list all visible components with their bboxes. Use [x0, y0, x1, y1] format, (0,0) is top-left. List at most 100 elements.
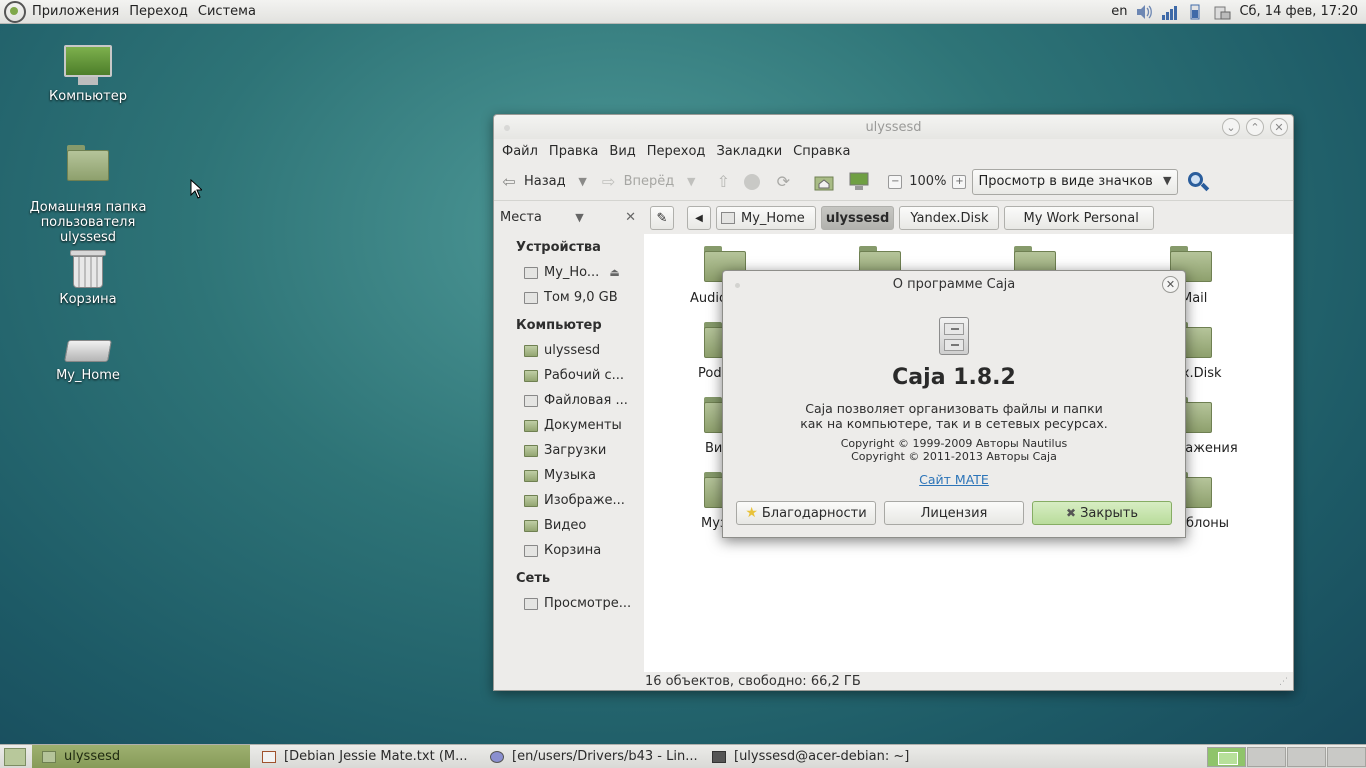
filesystem-icon: [524, 394, 538, 407]
file-label[interactable]: Pod: [698, 366, 722, 381]
sidebar-item-desktop[interactable]: Рабочий с...: [494, 363, 644, 388]
desktop-icon-computer[interactable]: Компьютер: [28, 45, 148, 104]
menu-bookmarks[interactable]: Закладки: [716, 144, 782, 159]
downloads-folder-icon: [524, 444, 538, 457]
menu-file[interactable]: Файл: [502, 144, 538, 159]
window-menu-dot-icon[interactable]: [735, 283, 740, 288]
taskbar-item-browser[interactable]: [en/users/Drivers/b43 - Lin...: [480, 745, 700, 768]
close-button[interactable]: ✕: [1270, 118, 1288, 136]
sidebar-close-icon[interactable]: ✕: [625, 210, 636, 225]
sidebar-item-label: Загрузки: [544, 443, 607, 458]
show-desktop-icon[interactable]: [4, 747, 26, 766]
desktop-icon-my-home-drive[interactable]: My_Home: [28, 334, 148, 383]
menu-go[interactable]: Переход: [647, 144, 706, 159]
sidebar-item-my-home[interactable]: My_Ho... ⏏: [494, 260, 644, 285]
folder-icon: [42, 750, 56, 763]
sidebar-item-music[interactable]: Музыка: [494, 463, 644, 488]
workspace-2[interactable]: [1247, 746, 1286, 767]
path-segment-label: ulyssesd: [825, 210, 890, 226]
path-segment-label: My_Home: [741, 210, 805, 226]
places-sidebar: Места ▼ ✕ Устройства My_Ho... ⏏ Том 9,0 G…: [494, 202, 644, 669]
workspace-3[interactable]: [1287, 746, 1326, 767]
menu-view[interactable]: Вид: [609, 144, 635, 159]
home-icon[interactable]: [814, 173, 834, 191]
network-signal-icon[interactable]: [1161, 4, 1179, 20]
volume-icon[interactable]: [1135, 4, 1153, 20]
forward-arrow-icon: ⇨: [601, 172, 616, 191]
path-segment-my-home[interactable]: My_Home: [716, 206, 816, 230]
menu-applications[interactable]: Приложения: [32, 4, 119, 19]
sidebar-title[interactable]: Места: [500, 210, 542, 225]
back-history-dropdown-icon[interactable]: ▼: [574, 173, 592, 191]
taskbar-item-ulyssesd[interactable]: ulyssesd: [32, 745, 250, 768]
sidebar-item-pictures[interactable]: Изображе...: [494, 488, 644, 513]
star-icon: ★: [745, 505, 758, 521]
sidebar-item-downloads[interactable]: Загрузки: [494, 438, 644, 463]
path-segment-my-work-personal[interactable]: My Work Personal: [1004, 206, 1154, 230]
zoom-out-icon[interactable]: −: [888, 174, 903, 189]
sidebar-item-label: Файловая ...: [544, 393, 628, 408]
clipboard-icon[interactable]: [1213, 4, 1231, 20]
license-label: Лицензия: [920, 505, 988, 521]
sidebar-item-browse-network[interactable]: Просмотре...: [494, 591, 644, 616]
maximize-button[interactable]: ⌃: [1246, 118, 1264, 136]
desktop-icon-trash[interactable]: Корзина: [28, 248, 148, 307]
sidebar-item-volume[interactable]: Том 9,0 GB: [494, 285, 644, 310]
workspace-1[interactable]: [1207, 746, 1246, 767]
workspace-4[interactable]: [1327, 746, 1366, 767]
eject-icon[interactable]: ⏏: [609, 266, 619, 279]
sidebar-item-trash[interactable]: Корзина: [494, 538, 644, 563]
taskbar-item-text-editor[interactable]: [Debian Jessie Mate.txt (M...: [252, 745, 478, 768]
window-menu-dot-icon[interactable]: [504, 125, 510, 131]
menu-places[interactable]: Переход: [129, 4, 188, 19]
zoom-in-icon[interactable]: +: [952, 174, 967, 189]
path-segment-yandex-disk[interactable]: Yandex.Disk: [899, 206, 1000, 230]
file-label[interactable]: ражения: [1177, 441, 1238, 456]
sidebar-item-label: Изображе...: [544, 493, 625, 508]
credits-button[interactable]: ★ Благодарности: [736, 501, 876, 525]
menu-edit[interactable]: Правка: [549, 144, 598, 159]
mate-logo-icon[interactable]: [4, 0, 26, 23]
file-label[interactable]: Ви: [705, 441, 722, 456]
desktop-icon-home-folder[interactable]: Домашняя папка пользователя ulyssesd: [28, 130, 148, 260]
reload-icon[interactable]: ⟳: [774, 172, 792, 191]
dialog-titlebar[interactable]: О программе Caja ✕: [723, 271, 1185, 297]
minimize-button[interactable]: ⌄: [1222, 118, 1240, 136]
battery-icon[interactable]: [1187, 4, 1205, 20]
menu-help[interactable]: Справка: [793, 144, 850, 159]
file-label[interactable]: блоны: [1186, 516, 1229, 531]
sidebar-dropdown-icon[interactable]: ▼: [575, 211, 583, 224]
taskbar-item-label: [ulyssesd@acer-debian: ~]: [734, 749, 910, 764]
stop-icon[interactable]: [744, 173, 761, 190]
resize-grip-icon[interactable]: ⋰: [1279, 677, 1289, 687]
window-titlebar[interactable]: ulyssesd ⌄ ⌃ ✕: [494, 115, 1293, 139]
sidebar-item-documents[interactable]: Документы: [494, 413, 644, 438]
forward-history-dropdown-icon[interactable]: ▼: [682, 173, 700, 191]
sidebar-item-home[interactable]: ulyssesd: [494, 338, 644, 363]
view-mode-select[interactable]: Просмотр в виде значков ▼: [972, 168, 1179, 195]
path-segment-label: Yandex.Disk: [910, 210, 989, 226]
keyboard-layout-indicator[interactable]: en: [1111, 4, 1127, 19]
dialog-close-button[interactable]: ✕: [1162, 276, 1179, 293]
computer-icon[interactable]: [848, 172, 870, 192]
up-arrow-icon[interactable]: ⇧: [714, 172, 732, 191]
file-cabinet-icon: [939, 317, 969, 355]
website-link[interactable]: Сайт MATE: [723, 472, 1185, 487]
clock[interactable]: Сб, 14 фев, 17:20: [1239, 4, 1358, 19]
forward-button[interactable]: ⇨ Вперёд: [600, 172, 674, 191]
toolbar: ⇦ Назад ▼ ⇨ Вперёд ▼ ⇧ ⟳ − 100% + Просмо…: [494, 163, 1293, 201]
back-button[interactable]: ⇦ Назад: [500, 172, 565, 191]
path-segment-ulyssesd[interactable]: ulyssesd: [820, 206, 895, 230]
close-dialog-button[interactable]: ✖ Закрыть: [1032, 501, 1172, 525]
drive-icon: [524, 266, 538, 279]
license-button[interactable]: Лицензия: [884, 501, 1024, 525]
menu-system[interactable]: Система: [198, 4, 256, 19]
sidebar-item-videos[interactable]: Видео: [494, 513, 644, 538]
path-scroll-left-button[interactable]: ◀: [687, 206, 711, 230]
search-icon[interactable]: [1186, 170, 1210, 194]
location-edit-button[interactable]: ✎: [650, 206, 674, 230]
sidebar-item-filesystem[interactable]: Файловая ...: [494, 388, 644, 413]
taskbar-item-label: ulyssesd: [64, 749, 121, 764]
taskbar-item-terminal[interactable]: [ulyssesd@acer-debian: ~]: [702, 745, 912, 768]
pictures-folder-icon: [524, 494, 538, 507]
